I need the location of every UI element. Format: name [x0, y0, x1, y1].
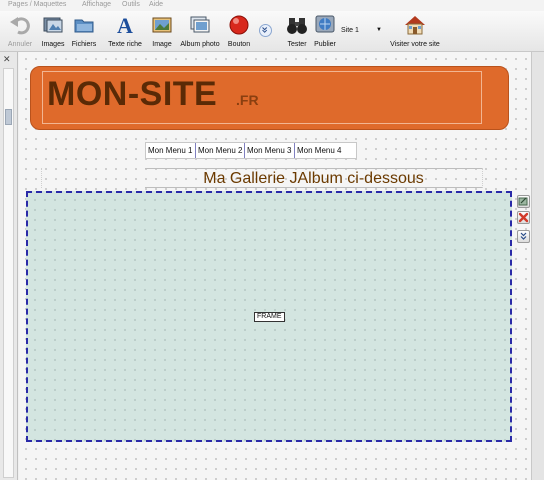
photo-album-button[interactable]: Album photo: [178, 14, 222, 51]
publish-button[interactable]: Publier: [312, 14, 338, 51]
menu-bar: Pages / Maquettes Affichage Outils Aide: [0, 0, 544, 11]
menu-item-2[interactable]: Mon Menu 2: [196, 143, 245, 158]
button-button[interactable]: Bouton: [224, 14, 254, 51]
undo-button[interactable]: Annuler: [5, 14, 35, 51]
more-tools-button[interactable]: [259, 24, 273, 38]
site-select-value: Site 1: [341, 27, 359, 34]
image-button[interactable]: Image: [148, 14, 176, 51]
menu-affichage[interactable]: Affichage: [82, 1, 111, 8]
binoculars-icon: [286, 14, 308, 36]
header-banner[interactable]: MON-SITE .FR: [30, 66, 509, 130]
rich-text-icon: A: [114, 14, 136, 36]
edit-icon: [518, 196, 529, 207]
files-button[interactable]: Fichiers: [69, 14, 99, 51]
site-logo: MON-SITE: [47, 75, 218, 113]
right-scroll-strip[interactable]: [532, 52, 544, 480]
images-button[interactable]: Images: [38, 14, 68, 51]
home-icon: [404, 14, 426, 36]
button-icon: [228, 14, 250, 36]
visit-site-button[interactable]: Visiter votre site: [384, 14, 446, 51]
chevron-double-down-icon: [518, 231, 529, 242]
site-select[interactable]: Site 1 ▼: [339, 25, 387, 37]
banner-text-box[interactable]: MON-SITE .FR: [42, 71, 482, 124]
menu-item-4[interactable]: Mon Menu 4: [295, 143, 356, 158]
frame-label: FRAME: [254, 312, 285, 322]
frame-more-button[interactable]: [517, 230, 530, 243]
image-icon: [151, 14, 173, 36]
menu-outils[interactable]: Outils: [122, 1, 140, 8]
images-icon: [42, 14, 64, 36]
close-icon[interactable]: ✕: [3, 54, 11, 65]
frame-edit-button[interactable]: [517, 195, 530, 208]
frame-delete-button[interactable]: [517, 211, 530, 224]
dropdown-arrow-icon: ▼: [376, 27, 382, 33]
undo-icon: [9, 14, 31, 36]
left-panel-scrollbar[interactable]: [3, 68, 14, 478]
frame-block[interactable]: FRAME: [26, 191, 512, 442]
menu-item-1[interactable]: Mon Menu 1: [146, 143, 196, 158]
gallery-title: Ma Gallerie JAlbum ci-dessous: [203, 170, 424, 187]
page-canvas[interactable]: MON-SITE .FR Mon Menu 1 Mon Menu 2 Mon M…: [19, 52, 532, 480]
menu-item-3[interactable]: Mon Menu 3: [245, 143, 295, 158]
test-button[interactable]: Tester: [284, 14, 310, 51]
site-logo-tld: .FR: [236, 92, 259, 108]
left-panel: ✕: [0, 52, 18, 480]
rich-text-button[interactable]: A Texte riche: [106, 14, 144, 51]
toolbar: Annuler Images Fichiers A Texte riche Im…: [0, 11, 544, 52]
nav-menu[interactable]: Mon Menu 1 Mon Menu 2 Mon Menu 3 Mon Men…: [145, 142, 357, 159]
chevron-double-down-icon: [259, 24, 272, 37]
gallery-title-box[interactable]: Ma Gallerie JAlbum ci-dessous: [145, 168, 482, 188]
delete-icon: [518, 212, 529, 223]
svg-text:A: A: [117, 14, 133, 36]
files-icon: [73, 14, 95, 36]
publish-icon: [314, 14, 336, 36]
menu-aide[interactable]: Aide: [149, 1, 163, 8]
scrollbar-thumb[interactable]: [5, 109, 12, 125]
menu-pages[interactable]: Pages / Maquettes: [8, 1, 66, 8]
photo-album-icon: [189, 14, 211, 36]
